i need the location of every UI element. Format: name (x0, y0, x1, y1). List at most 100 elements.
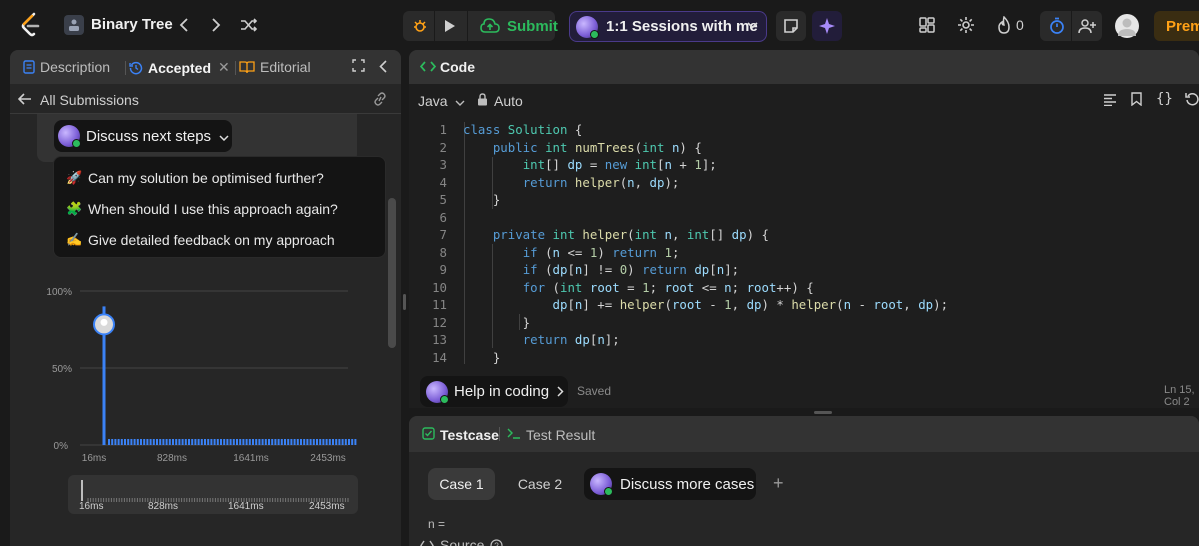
code-line[interactable]: 1 class Solution { (409, 122, 1199, 140)
close-tab-icon[interactable]: ✕ (218, 59, 230, 76)
chart-bar (133, 439, 136, 445)
premium-button[interactable]: Premium (1154, 11, 1199, 41)
line-number: 6 (439, 209, 447, 225)
debug-icon[interactable] (411, 17, 429, 35)
help-in-coding-button[interactable]: Help in coding (420, 376, 568, 407)
chart-bar (168, 439, 171, 445)
code-line[interactable]: 3 int[] dp = new int[n + 1]; (409, 157, 1199, 175)
code-line[interactable]: 13 return dp[n]; (409, 332, 1199, 350)
ai-sparkle-button[interactable] (812, 11, 842, 41)
add-case-icon[interactable]: + (773, 473, 784, 494)
run-icon[interactable] (441, 17, 459, 35)
case-2-tab[interactable]: Case 2 (506, 468, 574, 500)
source-label: Source (440, 537, 485, 546)
chart-bar (140, 439, 142, 445)
chart-bar (316, 439, 318, 445)
code-line[interactable]: 4 return helper(n, dp); (409, 175, 1199, 193)
timer-icon[interactable] (1047, 16, 1067, 36)
braces-icon[interactable]: {} (1156, 91, 1173, 107)
link-icon[interactable] (372, 92, 388, 109)
x-tick-label: 1641ms (233, 453, 269, 464)
line-content[interactable]: } (463, 350, 500, 365)
line-number: 14 (432, 349, 447, 365)
sessions-button[interactable]: 1:1 Sessions with me (569, 11, 767, 42)
book-icon (239, 61, 255, 74)
chart-bar (127, 439, 130, 445)
logo-icon[interactable] (20, 12, 42, 38)
vertical-resize-handle[interactable] (403, 294, 406, 310)
left-scrollbar[interactable] (388, 198, 396, 348)
horizontal-resize-handle[interactable] (814, 411, 832, 414)
all-submissions-link[interactable]: All Submissions (40, 92, 139, 108)
x-tick-label: 828ms (157, 453, 187, 464)
line-content[interactable]: if (n <= 1) return 1; (463, 245, 680, 260)
problem-list-icon[interactable] (64, 15, 84, 35)
line-content[interactable]: class Solution { (463, 122, 582, 137)
chart-bar (344, 439, 347, 445)
case-1-tab[interactable]: Case 1 (428, 468, 495, 500)
shuffle-icon[interactable] (238, 14, 260, 36)
code-line[interactable]: 14 } (409, 350, 1199, 368)
code-line[interactable]: 8 if (n <= 1) return 1; (409, 245, 1199, 263)
line-content[interactable]: } (463, 192, 500, 207)
chart-bar (306, 439, 309, 445)
cloud-upload-icon[interactable] (479, 17, 501, 35)
submit-button[interactable]: Submit (507, 18, 558, 35)
line-content[interactable]: return dp[n]; (463, 332, 620, 347)
layout-grid-icon[interactable] (917, 15, 937, 35)
runtime-distribution-chart[interactable]: 100% 50% 0% 16ms 828ms 1641ms 2453ms (10, 275, 401, 475)
language-select[interactable]: Java (418, 93, 465, 109)
code-line[interactable]: 5 } (409, 192, 1199, 210)
chart-bar (242, 439, 245, 445)
puzzle-icon: 🧩 (66, 201, 83, 216)
suggestion-item[interactable]: 🚀 Can my solution be optimised further? (66, 170, 324, 186)
auto-mode-label[interactable]: Auto (494, 93, 523, 109)
reset-icon[interactable] (1185, 92, 1199, 109)
tab-test-result[interactable]: Test Result (526, 427, 595, 443)
source-toggle[interactable]: Source ? (420, 537, 503, 546)
line-content[interactable]: int[] dp = new int[n + 1]; (463, 157, 717, 172)
range-slider[interactable]: 16ms 828ms 1641ms 2453ms (68, 475, 358, 514)
chart-bar (284, 439, 286, 445)
tab-accepted[interactable]: Accepted ✕ (129, 59, 230, 76)
add-friend-icon[interactable] (1076, 16, 1098, 36)
code-line[interactable]: 2 public int numTrees(int n) { (409, 140, 1199, 158)
back-arrow-icon[interactable] (17, 92, 32, 108)
discuss-more-cases-button[interactable]: Discuss more cases (584, 468, 756, 500)
line-content[interactable]: for (int root = 1; root <= n; root++) { (463, 280, 814, 295)
maximize-icon[interactable] (352, 59, 365, 72)
suggestion-item[interactable]: ✍️ Give detailed feedback on my approach (66, 232, 335, 248)
tab-description[interactable]: Description (23, 59, 110, 75)
code-line[interactable]: 6 (409, 210, 1199, 228)
tab-testcase[interactable]: Testcase (440, 427, 499, 443)
line-content[interactable]: public int numTrees(int n) { (463, 140, 702, 155)
settings-gear-icon[interactable] (956, 15, 976, 35)
line-content[interactable]: dp[n] += helper(root - 1, dp) * helper(n… (463, 297, 949, 312)
code-line[interactable]: 11 dp[n] += helper(root - 1, dp) * helpe… (409, 297, 1199, 315)
suggestion-item[interactable]: 🧩 When should I use this approach again? (66, 201, 338, 217)
chart-bars (93, 306, 357, 445)
user-avatar[interactable] (1115, 14, 1139, 38)
chart-bar (328, 439, 331, 445)
code-line[interactable]: 9 if (dp[n] != 0) return dp[n]; (409, 262, 1199, 280)
discuss-next-steps-button[interactable]: Discuss next steps (54, 120, 232, 152)
code-line[interactable]: 7 private int helper(int n, int[] dp) { (409, 227, 1199, 245)
bookmark-icon[interactable] (1131, 92, 1142, 109)
next-problem-icon[interactable] (205, 14, 227, 36)
code-line[interactable]: 10 for (int root = 1; root <= n; root++)… (409, 280, 1199, 298)
chart-bar (136, 439, 139, 445)
code-line[interactable]: 12 } (409, 315, 1199, 333)
collapse-panel-icon[interactable] (379, 60, 387, 73)
y-tick-label: 50% (52, 364, 72, 375)
notes-button[interactable] (776, 11, 806, 41)
fire-streak-icon[interactable] (994, 15, 1014, 35)
ai-avatar-icon (426, 380, 449, 404)
line-content[interactable]: if (dp[n] != 0) return dp[n]; (463, 262, 739, 277)
format-icon[interactable] (1103, 93, 1117, 109)
line-content[interactable]: } (463, 315, 530, 330)
line-content[interactable]: private int helper(int n, int[] dp) { (463, 227, 769, 242)
prev-problem-icon[interactable] (173, 14, 195, 36)
tab-editorial[interactable]: Editorial (239, 59, 311, 75)
line-content[interactable]: return helper(n, dp); (463, 175, 680, 190)
problem-title[interactable]: Binary Tree (91, 16, 173, 33)
